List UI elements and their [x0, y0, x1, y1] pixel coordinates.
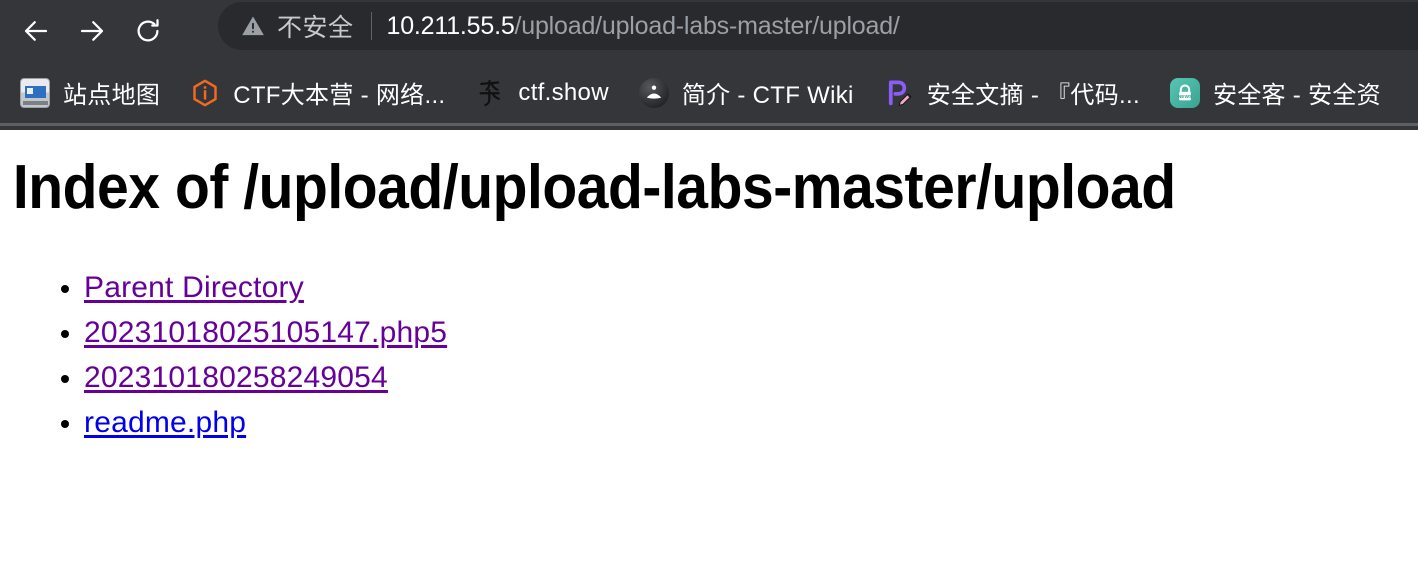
omnibox-divider [370, 12, 372, 40]
bookmark-label: ctf.show [518, 78, 609, 106]
bookmark-label: 简介 - CTF Wiki [681, 82, 854, 109]
list-item: readme.php [84, 400, 1418, 445]
warning-triangle-icon [242, 16, 264, 36]
bookmark-ctf-camp[interactable]: CTF大本营 - 网络... [190, 71, 445, 115]
security-status-label: 不安全 [277, 14, 354, 42]
bookmark-label: 安全客 - 安全资 [1212, 82, 1381, 109]
bookmark-security-digest[interactable]: 安全文摘 - 『代码... [884, 71, 1140, 115]
address-bar[interactable]: 不安全 10.211.55.5/upload/upload-labs-maste… [218, 2, 1418, 50]
bookmark-sitemap[interactable]: 站点地图 [20, 71, 160, 115]
link-parent-directory[interactable]: Parent Directory [84, 271, 304, 304]
directory-listing: Parent Directory 20231018025105147.php5 … [0, 223, 1418, 445]
bookmark-label: 安全文摘 - 『代码... [926, 82, 1140, 109]
reload-icon [137, 19, 159, 42]
bookmark-label: CTF大本营 - 网络... [233, 82, 446, 109]
list-item: 20231018025105147.php5 [84, 310, 1418, 355]
browser-toolbar: 不安全 10.211.55.5/upload/upload-labs-maste… [0, 0, 1418, 62]
anquanke-lock-news-icon: NEWS [1169, 77, 1200, 108]
bookmark-label: 站点地图 [63, 82, 161, 109]
url-path: /upload/upload-labs-master/upload/ [514, 11, 900, 40]
arrow-left-icon [24, 21, 48, 41]
ctfshow-xiu-icon [475, 78, 505, 108]
bookmark-anquanke[interactable]: NEWS 安全客 - 安全资 [1169, 71, 1381, 115]
bookmark-ctfshow[interactable]: ctf.show [475, 71, 609, 115]
link-file-numeric[interactable]: 202310180258249054 [84, 361, 388, 394]
sitemap-icon [20, 77, 50, 108]
purple-p-pencil-icon [884, 78, 914, 108]
bookmarks-bar: 站点地图 CTF大本营 - 网络... ctf.show 简介 - CTF Wi… [0, 62, 1418, 126]
list-item: 202310180258249054 [84, 355, 1418, 400]
arrow-right-icon [80, 21, 104, 41]
back-button[interactable] [14, 9, 58, 53]
page-content: Index of /upload/upload-labs-master/uplo… [0, 130, 1418, 570]
bookmark-ctf-wiki[interactable]: 简介 - CTF Wiki [638, 71, 854, 115]
url-host: 10.211.55.5 [386, 11, 515, 40]
url-display[interactable]: 10.211.55.5/upload/upload-labs-master/up… [387, 12, 900, 41]
site-security-chip[interactable]: 不安全 [240, 8, 354, 44]
link-readme-php[interactable]: readme.php [84, 406, 246, 439]
page-title: Index of /upload/upload-labs-master/uplo… [12, 153, 1176, 222]
link-file-php5[interactable]: 20231018025105147.php5 [84, 316, 447, 349]
forward-button[interactable] [70, 9, 114, 53]
reload-button[interactable] [126, 9, 170, 53]
svg-text:NEWS: NEWS [1178, 93, 1192, 99]
ctf-hexagon-icon [190, 78, 220, 108]
browser-chrome: 不安全 10.211.55.5/upload/upload-labs-maste… [0, 0, 1418, 130]
list-item: Parent Directory [84, 265, 1418, 310]
ctf-wiki-book-icon [638, 77, 669, 108]
